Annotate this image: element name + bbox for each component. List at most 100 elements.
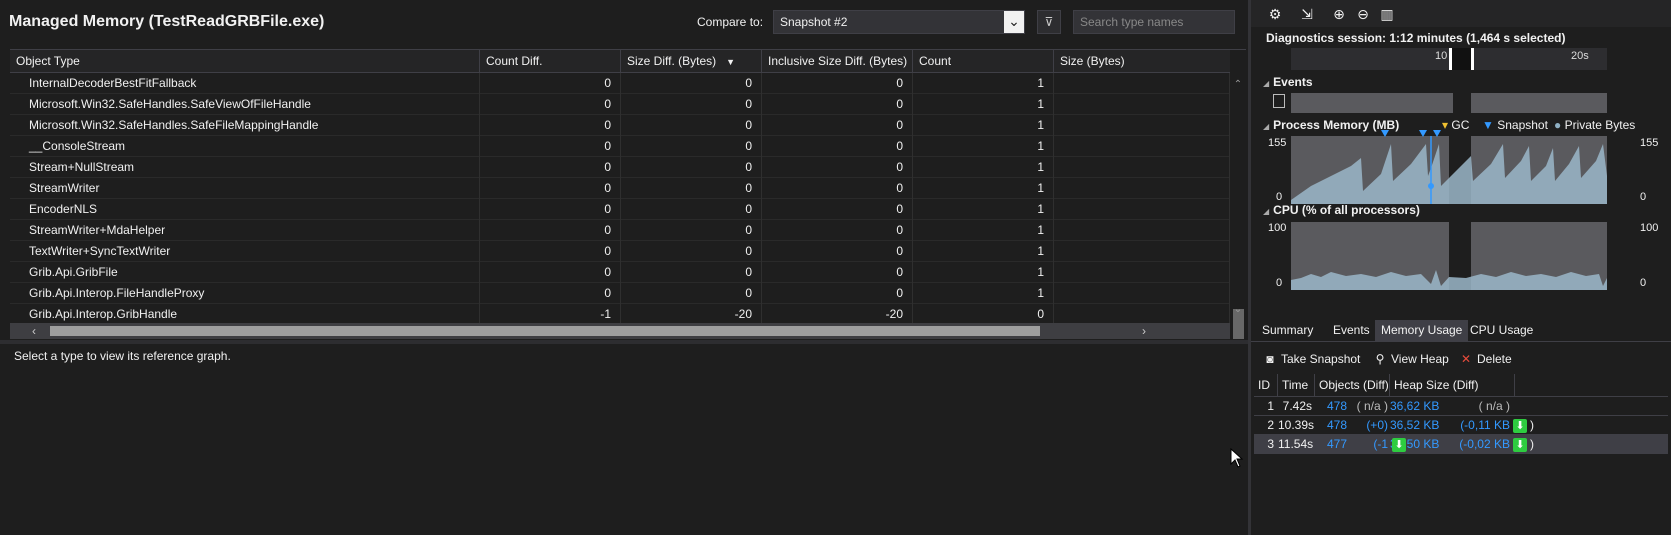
snapshot-header-id[interactable]: ID <box>1254 374 1278 396</box>
column-header-size[interactable]: Size (Bytes) <box>1054 50 1230 73</box>
collapse-icon: ◢ <box>1263 79 1270 88</box>
pane-splitter[interactable] <box>0 340 1248 344</box>
snapshot-header-time[interactable]: Time <box>1278 374 1315 396</box>
view-heap-button[interactable]: ⚲ View Heap <box>1373 348 1449 370</box>
cpu-chart[interactable] <box>1291 222 1607 290</box>
table-row[interactable]: StreamWriter+MdaHelper 0 0 0 1 <box>10 220 1230 241</box>
snapshot-cell-objects-diff[interactable]: (+0) <box>1350 416 1388 436</box>
table-row[interactable]: TextWriter+SyncTextWriter 0 0 0 1 <box>10 241 1230 262</box>
export-icon[interactable]: ⇲ <box>1296 3 1318 25</box>
table-row[interactable]: Microsoft.Win32.SafeHandles.SafeFileMapp… <box>10 115 1230 136</box>
snapshot-row[interactable]: 3 11.54s 477 (-1 36,50 KB (-0,02 KB ⬇ ⬇) <box>1254 434 1668 454</box>
scroll-thumb[interactable] <box>50 326 1040 336</box>
cell-incl-diff: 0 <box>762 115 913 136</box>
snapshot-cell-objects[interactable]: 478 <box>1315 397 1347 417</box>
table-row[interactable]: Stream+NullStream 0 0 0 1 <box>10 157 1230 178</box>
table-row[interactable]: __ConsoleStream 0 0 0 1 <box>10 136 1230 157</box>
events-section-title[interactable]: ◢ Events <box>1263 75 1313 89</box>
scroll-down-icon[interactable]: ⌄ <box>1230 302 1246 318</box>
delete-button[interactable]: ✕ Delete <box>1459 348 1512 370</box>
search-input[interactable] <box>1073 10 1235 34</box>
process-memory-chart[interactable] <box>1291 136 1607 204</box>
tab-memory-usage[interactable]: Memory Usage <box>1375 320 1469 342</box>
selection-end-handle[interactable] <box>1471 48 1474 70</box>
snapshot-cell-objects-diff[interactable]: (-1 <box>1350 435 1388 455</box>
cpu-axis-min-right: 0 <box>1640 277 1647 289</box>
zoom-out-icon[interactable]: ⊖ <box>1352 3 1374 25</box>
closing-paren: ) <box>1530 418 1534 432</box>
column-header-count[interactable]: Count <box>913 50 1054 73</box>
take-snapshot-button[interactable]: ◙ Take Snapshot <box>1263 348 1360 370</box>
memory-graph <box>1291 136 1607 204</box>
collapse-icon: ◢ <box>1263 207 1270 216</box>
column-header-count-diff[interactable]: Count Diff. <box>480 50 621 73</box>
cell-incl-diff: 0 <box>762 241 913 262</box>
cpu-graph <box>1291 222 1607 290</box>
compare-value: Snapshot #2 <box>780 15 848 29</box>
scroll-up-icon[interactable]: ⌃ <box>1230 77 1246 93</box>
column-header-size-diff[interactable]: Size Diff. (Bytes) ▼ <box>621 50 762 73</box>
snapshot-markers <box>1381 130 1441 137</box>
table-row[interactable]: InternalDecoderBestFitFallback 0 0 0 1 <box>10 73 1230 94</box>
horizontal-scrollbar[interactable]: ‹ › <box>10 323 1230 339</box>
section-label: CPU (% of all processors) <box>1273 203 1420 217</box>
snapshot-header-objects[interactable]: Objects (Diff) <box>1315 374 1390 396</box>
cell-count: 1 <box>913 241 1054 262</box>
table-row[interactable]: EncoderNLS 0 0 0 1 <box>10 199 1230 220</box>
snapshot-row[interactable]: 1 7.42s 478( n/a ) 36,62 KB( n/a ) <box>1254 396 1668 416</box>
vertical-scrollbar[interactable]: ⌃ ⌄ <box>1230 73 1246 339</box>
filter-button[interactable]: ⊽ <box>1037 10 1061 34</box>
camera-icon: ◙ <box>1266 352 1274 366</box>
memory-section-title[interactable]: ◢ Process Memory (MB) <box>1263 118 1399 132</box>
table-row[interactable]: Grib.Api.Interop.FileHandleProxy 0 0 0 1 <box>10 283 1230 304</box>
snapshot-cell-heap[interactable]: 36,62 KB <box>1390 397 1439 417</box>
zoom-in-icon[interactable]: ⊕ <box>1328 3 1350 25</box>
snapshot-marker[interactable] <box>1419 130 1427 137</box>
snapshot-cell-heap-diff[interactable]: (-0,02 KB <box>1440 435 1510 455</box>
cell-incl-diff: 0 <box>762 199 913 220</box>
table-row[interactable]: StreamWriter 0 0 0 1 <box>10 178 1230 199</box>
snapshot-cell-objects-diff: ( n/a ) <box>1356 399 1388 413</box>
snapshot-cell-heap-diff[interactable]: (-0,11 KB <box>1440 416 1510 436</box>
snapshot-marker[interactable] <box>1433 130 1441 137</box>
snapshot-cell-time: 11.54s <box>1278 437 1314 451</box>
cell-size <box>1054 262 1230 283</box>
cell-size-diff: -20 <box>621 304 762 325</box>
table-row[interactable]: Grib.Api.GribFile 0 0 0 1 <box>10 262 1230 283</box>
table-row[interactable]: Microsoft.Win32.SafeHandles.SafeViewOfFi… <box>10 94 1230 115</box>
selection-start-handle[interactable] <box>1449 48 1452 70</box>
cell-incl-diff: -20 <box>762 304 913 325</box>
compare-dropdown[interactable]: Snapshot #2 ⌄ <box>773 10 1025 34</box>
snapshot-marker[interactable] <box>1428 183 1434 189</box>
cpu-section-title[interactable]: ◢ CPU (% of all processors) <box>1263 203 1420 217</box>
gear-icon[interactable]: ⚙ <box>1264 3 1286 25</box>
pause-icon[interactable] <box>1273 94 1285 108</box>
timeline-ruler[interactable]: 10 20s <box>1291 48 1607 70</box>
scroll-left-icon[interactable]: ‹ <box>26 323 42 339</box>
column-header-object-type[interactable]: Object Type <box>10 50 480 73</box>
events-selection <box>1453 93 1471 113</box>
cpu-axis-max-left: 100 <box>1268 222 1287 234</box>
snapshot-cell-objects[interactable]: 477 <box>1315 435 1347 455</box>
chevron-down-icon[interactable]: ⌄ <box>1004 11 1024 33</box>
snapshot-marker[interactable] <box>1381 130 1389 137</box>
tab-cpu-usage[interactable]: CPU Usage <box>1464 320 1539 342</box>
snapshot-header-heap[interactable]: Heap Size (Diff) <box>1390 374 1515 396</box>
diagnostics-pane: ⚙ ⇲ ⊕ ⊖ ▥ Diagnostics session: 1:12 minu… <box>1251 0 1671 535</box>
cell-size-diff: 0 <box>621 178 762 199</box>
snapshot-row[interactable]: 2 10.39s 478 (+0) 36,52 KB (-0,11 KB ⬇) <box>1254 415 1668 435</box>
column-header-inclusive-size-diff[interactable]: Inclusive Size Diff. (Bytes) <box>762 50 913 73</box>
tab-events[interactable]: Events <box>1327 320 1376 342</box>
cell-size-diff: 0 <box>621 262 762 283</box>
tab-summary[interactable]: Summary <box>1256 320 1319 342</box>
ruler-selection[interactable] <box>1451 48 1471 70</box>
reset-zoom-icon[interactable]: ▥ <box>1376 3 1398 25</box>
cell-name: Grib.Api.GribFile <box>10 262 480 283</box>
events-track[interactable] <box>1291 93 1607 113</box>
scroll-right-icon[interactable]: › <box>1136 323 1152 339</box>
snapshot-cell-objects[interactable]: 478 <box>1315 416 1347 436</box>
table-row[interactable]: Grib.Api.Interop.GribHandle -1 -20 -20 0 <box>10 304 1230 325</box>
snapshot-cell-heap[interactable]: 36,52 KB <box>1390 416 1439 436</box>
cell-count: 1 <box>913 94 1054 115</box>
cell-incl-diff: 0 <box>762 220 913 241</box>
